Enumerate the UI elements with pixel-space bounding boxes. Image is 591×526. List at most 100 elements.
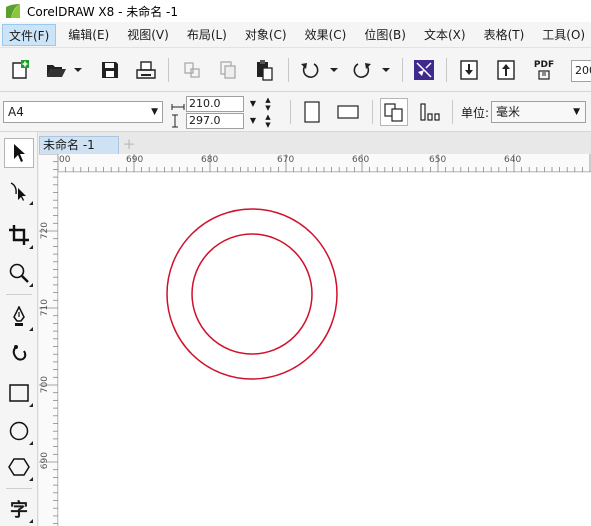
current-page-button[interactable] — [416, 98, 444, 126]
zoom-level-field[interactable]: 200% — [571, 60, 591, 82]
height-dropdown-button[interactable]: ▼ — [246, 113, 260, 129]
inner-circle[interactable] — [191, 233, 313, 355]
menu-text[interactable]: 文本(X) — [418, 24, 472, 46]
copy-button[interactable] — [214, 56, 242, 84]
print-button[interactable] — [132, 56, 160, 84]
landscape-button[interactable] — [334, 98, 362, 126]
portrait-button[interactable] — [298, 98, 326, 126]
new-document-button[interactable] — [6, 56, 34, 84]
copy-icon — [220, 61, 236, 79]
v-ruler-label: 700 — [40, 376, 50, 394]
window-title: CorelDRAW X8 - 未命名 -1 — [27, 4, 179, 19]
search-content-button[interactable] — [410, 56, 438, 84]
shape-tool[interactable] — [4, 176, 34, 206]
page-width-input[interactable]: 210.0 mm — [186, 96, 244, 124]
document-tab[interactable]: 未命名 -1 — [39, 136, 119, 154]
save-button[interactable] — [96, 56, 124, 84]
width-spinner[interactable]: ▲ ▼ — [261, 96, 275, 112]
page-height-input[interactable]: 297.0 mm — [186, 113, 244, 141]
units-value: 毫米 — [496, 105, 521, 119]
h-ruler-label: 690 — [126, 155, 144, 165]
menu-view[interactable]: 视图(V) — [121, 24, 175, 46]
add-tab-button[interactable]: + — [121, 136, 137, 154]
toolbox: 字 — [0, 132, 38, 526]
vertical-ruler[interactable]: 720 710 700 690 — [39, 154, 58, 526]
menu-bitmaps[interactable]: 位图(B) — [358, 24, 412, 46]
page-height-row: 297.0 mm ▼ ▲▼ — [171, 113, 283, 141]
landscape-icon — [337, 105, 359, 119]
toolbar-separator — [288, 58, 289, 82]
export-button[interactable] — [492, 56, 520, 84]
h-ruler-label: 00 — [59, 155, 71, 165]
cut-button[interactable] — [178, 56, 206, 84]
menu-bar: 文件(F) 编辑(E) 视图(V) 布局(L) 对象(C) 效果(C) 位图(B… — [0, 22, 591, 48]
v-ruler-label: 710 — [40, 299, 50, 317]
pick-tool[interactable] — [4, 138, 34, 168]
menu-file[interactable]: 文件(F) — [2, 23, 57, 46]
pdf-icon — [538, 70, 550, 80]
flyout-indicator — [29, 403, 33, 407]
text-tool[interactable]: 字 — [4, 494, 34, 524]
hexagon-icon — [8, 458, 30, 476]
units-select[interactable]: 毫米 ▼ — [491, 101, 586, 123]
paste-button[interactable] — [250, 56, 278, 84]
menu-tools[interactable]: 工具(O) — [536, 24, 591, 46]
current-page-icon — [420, 103, 440, 121]
brush-curve-icon — [12, 345, 27, 361]
canvas-shapes — [166, 208, 338, 380]
height-spinner[interactable]: ▲ ▼ — [261, 113, 275, 129]
toolbar-separator — [372, 100, 373, 124]
artistic-media-tool[interactable] — [4, 340, 34, 370]
drawing-canvas[interactable] — [59, 173, 591, 526]
polygon-tool[interactable] — [4, 452, 34, 482]
import-button[interactable] — [455, 56, 483, 84]
page-size-select[interactable]: A4 ▼ — [3, 101, 163, 123]
crop-tool[interactable] — [4, 220, 34, 250]
portrait-icon — [304, 101, 320, 123]
toolbar-separator — [290, 100, 291, 124]
document-area: 未命名 -1 + 00 690 680 670 660 650 640 720 … — [39, 132, 591, 526]
freehand-tool[interactable] — [4, 302, 34, 332]
coreldraw-logo-icon — [6, 4, 20, 18]
property-bar: A4 ▼ 210.0 mm ▼ ▲▼ 297.0 mm ▼ ▲▼ — [0, 92, 591, 141]
menu-object[interactable]: 对象(C) — [239, 24, 293, 46]
publish-pdf-button[interactable]: PDF — [530, 56, 558, 84]
menu-layout[interactable]: 布局(L) — [181, 24, 233, 46]
toolbar-separator — [452, 100, 453, 124]
all-pages-button[interactable] — [380, 98, 408, 126]
chevron-down-icon: ▼ — [151, 107, 158, 117]
v-ruler-label: 720 — [40, 222, 50, 240]
search-content-icon — [414, 60, 434, 80]
pen-nib-icon — [13, 306, 25, 326]
vertical-ruler-ticks — [39, 154, 58, 525]
horizontal-ruler[interactable]: 00 690 680 670 660 650 640 — [58, 154, 591, 172]
undo-dropdown-button[interactable] — [320, 56, 348, 84]
open-dropdown-button[interactable] — [64, 56, 92, 84]
page-size-value: A4 — [8, 105, 24, 119]
cut-icon — [184, 62, 200, 78]
import-icon — [460, 60, 478, 80]
units-label: 单位: — [461, 106, 490, 120]
title-bar: CorelDRAW X8 - 未命名 -1 — [0, 0, 591, 22]
redo-dropdown-button[interactable] — [372, 56, 400, 84]
text-tool-label: 字 — [10, 500, 28, 521]
width-dropdown-button[interactable]: ▼ — [246, 96, 260, 112]
menu-edit[interactable]: 编辑(E) — [62, 24, 115, 46]
shape-tool-icon — [10, 182, 26, 201]
zoom-tool[interactable] — [4, 258, 34, 288]
h-ruler-label: 670 — [277, 155, 295, 165]
flyout-indicator — [29, 245, 33, 249]
v-ruler-label: 690 — [40, 452, 50, 470]
print-icon — [136, 61, 156, 79]
flyout-indicator — [29, 477, 33, 481]
menu-effects[interactable]: 效果(C) — [299, 24, 353, 46]
ellipse-tool[interactable] — [4, 416, 34, 446]
flyout-indicator — [29, 283, 33, 287]
magnifier-icon — [9, 263, 29, 283]
standard-toolbar: PDF 200% — [0, 48, 591, 92]
menu-table[interactable]: 表格(T) — [478, 24, 531, 46]
rectangle-tool[interactable] — [4, 378, 34, 408]
flyout-indicator — [29, 327, 33, 331]
page-width-row: 210.0 mm ▼ ▲▼ — [171, 96, 283, 124]
toolbar-separator — [168, 58, 169, 82]
